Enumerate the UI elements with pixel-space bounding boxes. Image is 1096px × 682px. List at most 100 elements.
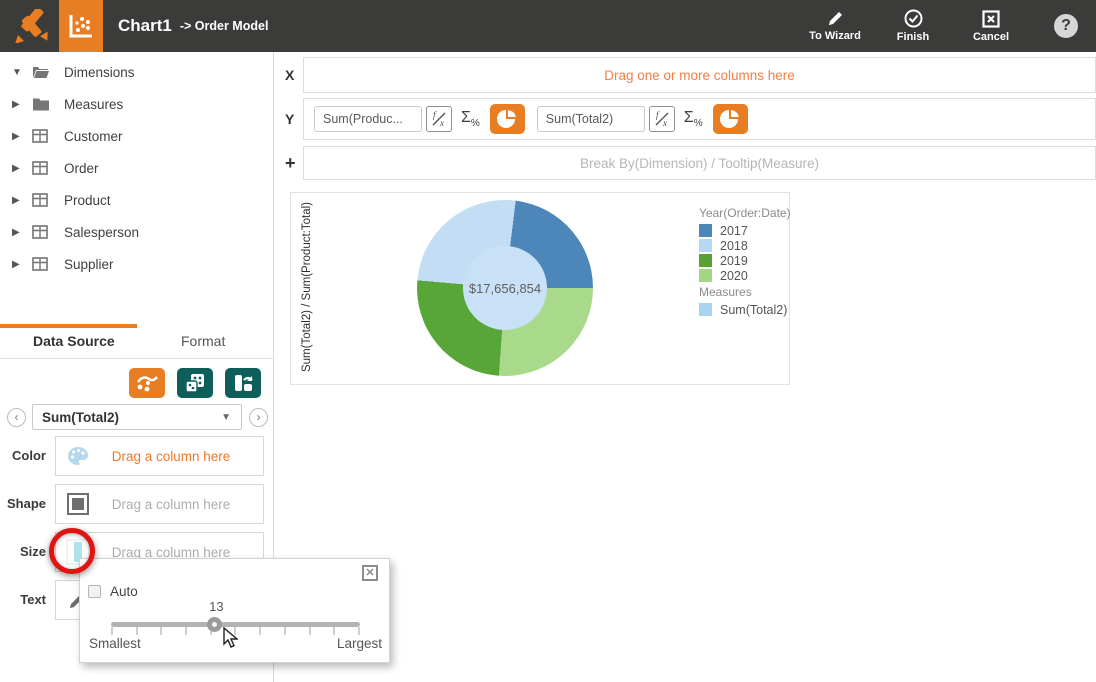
legend-item-sum-total2[interactable]: Sum(Total2): [699, 302, 791, 317]
tree-item-order[interactable]: ▶ Order: [0, 152, 273, 184]
scatter-chart-icon: [68, 13, 94, 39]
chart-preview-panel: Sum(Total2) / Sum(Product:Total) $17,656…: [290, 192, 790, 385]
scatter-curve-icon: [135, 373, 159, 393]
size-settings-popup: ✕ Auto 13 Smallest Largest: [79, 558, 390, 663]
legend-item-2020[interactable]: 2020: [699, 268, 791, 283]
shape-square-icon[interactable]: [65, 491, 91, 517]
svg-text:x: x: [439, 118, 444, 128]
formula-button[interactable]: f x: [426, 106, 452, 132]
tree-item-customer[interactable]: ▶ Customer: [0, 120, 273, 152]
chevron-right-icon[interactable]: ▶: [12, 195, 26, 206]
app-header: Chart1 -> Order Model To Wizard Finish C…: [0, 0, 1096, 52]
y-measure-2: Sum(Total2) f x Σ%: [537, 104, 748, 134]
chevron-right-icon[interactable]: ▶: [12, 259, 26, 270]
legend-swatch: [699, 269, 712, 282]
page-subtitle: -> Order Model: [180, 19, 269, 33]
break-by-dropzone[interactable]: Break By(Dimension) / Tooltip(Measure): [303, 146, 1096, 180]
shape-dropzone[interactable]: Drag a column here: [55, 484, 264, 524]
svg-text:f: f: [656, 110, 660, 120]
y-axis-label: Sum(Total2) / Sum(Product:Total): [301, 199, 313, 375]
chevron-right-icon[interactable]: ▶: [12, 131, 26, 142]
chart-legend: Year(Order:Date) 2017 2018 2019 2020 Mea…: [699, 204, 791, 317]
cancel-button[interactable]: Cancel: [964, 0, 1018, 52]
percent-of-total-button[interactable]: Σ%: [684, 109, 703, 129]
x-row-label: X: [285, 67, 294, 83]
next-measure-button[interactable]: ›: [249, 408, 268, 427]
sidebar-tabs: Data Source Format: [0, 324, 274, 359]
formula-button[interactable]: f x: [649, 106, 675, 132]
dice-button[interactable]: [177, 368, 213, 398]
table-icon: [32, 128, 52, 144]
measure-pill[interactable]: Sum(Produc...: [314, 106, 422, 132]
slider-max-label: Largest: [337, 636, 382, 651]
chevron-down-icon: ▼: [221, 412, 231, 423]
table-icon: [32, 192, 52, 208]
measure-selector: ‹ Sum(Total2) ▼ ›: [0, 404, 274, 432]
shape-row-label: Shape: [7, 496, 46, 511]
svg-text:f: f: [433, 110, 437, 120]
text-row-label: Text: [20, 592, 46, 607]
legend-swatch: [699, 239, 712, 252]
table-icon: [32, 160, 52, 176]
donut-total-label: $17,656,854: [469, 281, 541, 296]
measure-pill[interactable]: Sum(Total2): [537, 106, 645, 132]
pie-chart-icon: [720, 109, 740, 129]
pie-type-button[interactable]: [713, 104, 748, 134]
y-dropzone[interactable]: Sum(Produc... f x Σ% Sum(Total2) f x Σ%: [303, 98, 1096, 140]
legend-item-2019[interactable]: 2019: [699, 253, 791, 268]
dice-icon: [184, 372, 206, 394]
legend-item-2017[interactable]: 2017: [699, 223, 791, 238]
tree-item-dimensions[interactable]: ▼ Dimensions: [0, 56, 273, 88]
slider-min-label: Smallest: [89, 636, 141, 651]
chevron-right-icon[interactable]: ▶: [12, 99, 26, 110]
donut-center: $17,656,854: [463, 246, 547, 330]
help-button[interactable]: ?: [1054, 14, 1078, 38]
chevron-down-icon[interactable]: ▼: [12, 67, 26, 78]
fx-icon: f x: [429, 109, 449, 129]
folder-icon: [32, 96, 52, 112]
close-box-icon: [982, 10, 1000, 28]
app-logo-icon[interactable]: [14, 9, 50, 43]
measure-select[interactable]: Sum(Total2) ▼: [32, 404, 242, 430]
data-tree: ▼ Dimensions ▶ Measures ▶ Customer ▶: [0, 52, 273, 280]
y-measure-1: Sum(Produc... f x Σ%: [314, 104, 525, 134]
break-placeholder: Break By(Dimension) / Tooltip(Measure): [580, 156, 819, 171]
pie-type-button[interactable]: [490, 104, 525, 134]
chevron-right-icon[interactable]: ▶: [12, 163, 26, 174]
tree-item-supplier[interactable]: ▶ Supplier: [0, 248, 273, 280]
tree-item-product[interactable]: ▶ Product: [0, 184, 273, 216]
size-row-label: Size: [20, 544, 46, 559]
scatter-chart-button[interactable]: [129, 368, 165, 398]
pie-chart-icon: [497, 109, 517, 129]
pencil-icon: [827, 10, 844, 27]
donut-chart[interactable]: $17,656,854: [417, 200, 593, 376]
close-icon[interactable]: ✕: [362, 565, 378, 581]
rotate-button[interactable]: [225, 368, 261, 398]
chart-tile-button[interactable]: [59, 0, 103, 52]
x-dropzone[interactable]: Drag one or more columns here: [303, 57, 1096, 93]
to-wizard-button[interactable]: To Wizard: [808, 0, 862, 52]
legend-swatch: [699, 254, 712, 267]
palette-icon[interactable]: [65, 443, 91, 469]
legend-group-title: Measures: [699, 285, 791, 299]
color-dropzone[interactable]: Drag a column here: [55, 436, 264, 476]
y-row-label: Y: [285, 111, 294, 127]
tab-format[interactable]: Format: [181, 333, 225, 349]
prev-measure-button[interactable]: ‹: [7, 408, 26, 427]
legend-item-2018[interactable]: 2018: [699, 238, 791, 253]
fx-icon: f x: [652, 109, 672, 129]
legend-swatch: [699, 224, 712, 237]
legend-swatch: [699, 303, 712, 316]
finish-button[interactable]: Finish: [886, 0, 940, 52]
tree-item-salesperson[interactable]: ▶ Salesperson: [0, 216, 273, 248]
tab-data-source[interactable]: Data Source: [33, 333, 115, 349]
chart-type-buttons: [129, 368, 261, 398]
svg-text:x: x: [662, 118, 667, 128]
table-icon: [32, 224, 52, 240]
percent-of-total-button[interactable]: Σ%: [461, 109, 480, 129]
color-placeholder: Drag a column here: [91, 449, 263, 464]
chevron-right-icon[interactable]: ▶: [12, 227, 26, 238]
tree-item-measures[interactable]: ▶ Measures: [0, 88, 273, 120]
auto-checkbox[interactable]: [88, 585, 101, 598]
break-row-label: +: [285, 153, 296, 174]
